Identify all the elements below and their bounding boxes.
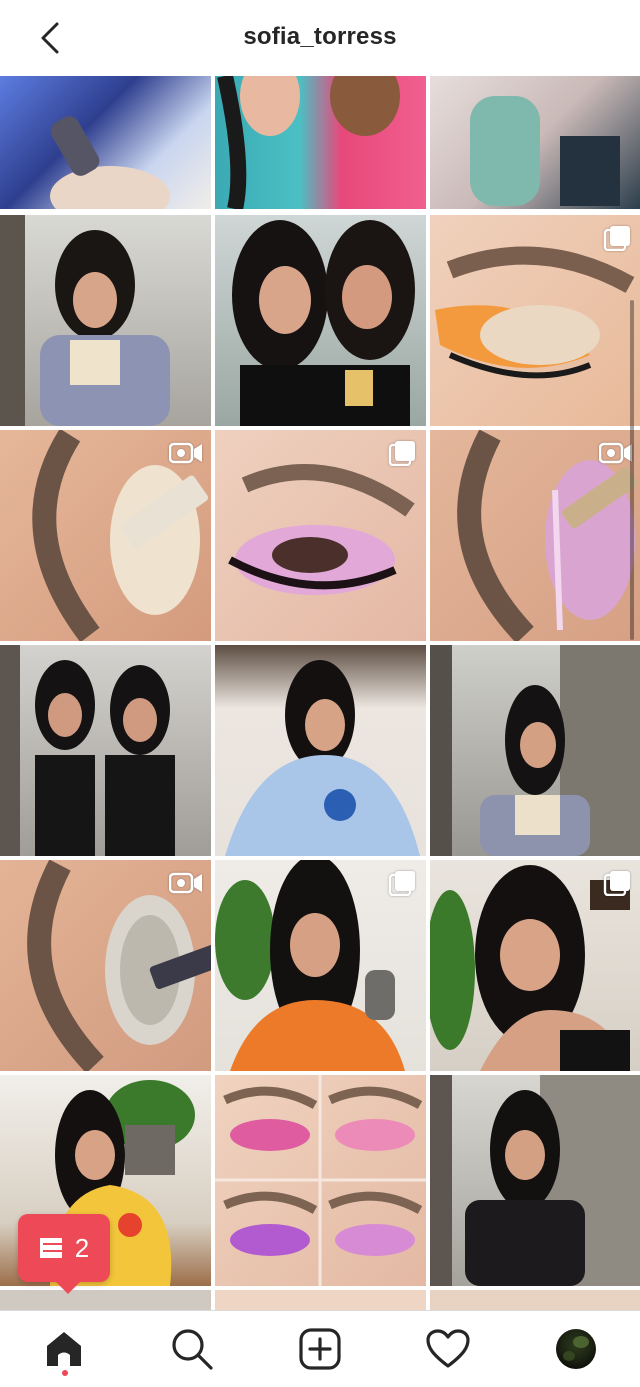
nav-new-post[interactable] xyxy=(298,1327,342,1371)
home-icon xyxy=(47,1332,81,1366)
carousel-icon xyxy=(388,441,415,466)
notification-icon xyxy=(39,1238,62,1258)
post-thumbnail[interactable] xyxy=(215,215,426,426)
post-thumbnail[interactable] xyxy=(0,645,211,856)
nav-profile[interactable] xyxy=(554,1327,598,1371)
post-thumbnail[interactable] xyxy=(430,76,640,209)
igtv-icon xyxy=(599,442,632,464)
profile-header: sofia_torress xyxy=(0,0,640,74)
carousel-icon xyxy=(603,226,630,251)
back-arrow-icon xyxy=(41,22,59,54)
notification-pointer xyxy=(56,1282,80,1294)
nav-search[interactable] xyxy=(170,1327,214,1371)
post-thumbnail[interactable] xyxy=(0,76,211,209)
post-thumbnail[interactable] xyxy=(0,860,211,1071)
post-thumbnail[interactable] xyxy=(430,860,640,1071)
home-notification-dot xyxy=(62,1370,68,1376)
notification-count: 2 xyxy=(74,1232,90,1263)
post-thumbnail[interactable] xyxy=(215,860,426,1071)
post-thumbnail[interactable] xyxy=(430,1075,640,1286)
profile-avatar xyxy=(556,1329,596,1369)
back-button[interactable] xyxy=(30,18,70,58)
post-thumbnail[interactable] xyxy=(215,645,426,856)
profile-username: sofia_torress xyxy=(243,23,397,50)
scrollbar[interactable] xyxy=(630,300,634,640)
search-icon xyxy=(172,1329,213,1370)
post-thumbnail[interactable] xyxy=(430,215,640,426)
post-thumbnail[interactable] xyxy=(215,1290,426,1310)
carousel-icon xyxy=(603,871,630,896)
post-thumbnail[interactable] xyxy=(0,1290,211,1310)
post-thumbnail[interactable] xyxy=(215,1075,426,1286)
post-thumbnail[interactable] xyxy=(0,430,211,641)
new-post-icon xyxy=(299,1328,341,1370)
post-thumbnail[interactable] xyxy=(430,1290,640,1310)
heart-icon xyxy=(426,1329,470,1368)
post-thumbnail[interactable] xyxy=(215,430,426,641)
post-thumbnail[interactable] xyxy=(430,430,640,641)
carousel-icon xyxy=(388,871,415,896)
nav-activity[interactable] xyxy=(426,1327,470,1371)
nav-home[interactable] xyxy=(42,1327,86,1371)
post-thumbnail[interactable] xyxy=(215,76,426,209)
post-thumbnail[interactable] xyxy=(430,645,640,856)
activity-notification-bubble[interactable]: 2 xyxy=(18,1214,110,1294)
post-thumbnail[interactable] xyxy=(0,215,211,426)
igtv-icon xyxy=(169,872,202,894)
bottom-navigation xyxy=(0,1310,640,1387)
igtv-icon xyxy=(169,442,202,464)
